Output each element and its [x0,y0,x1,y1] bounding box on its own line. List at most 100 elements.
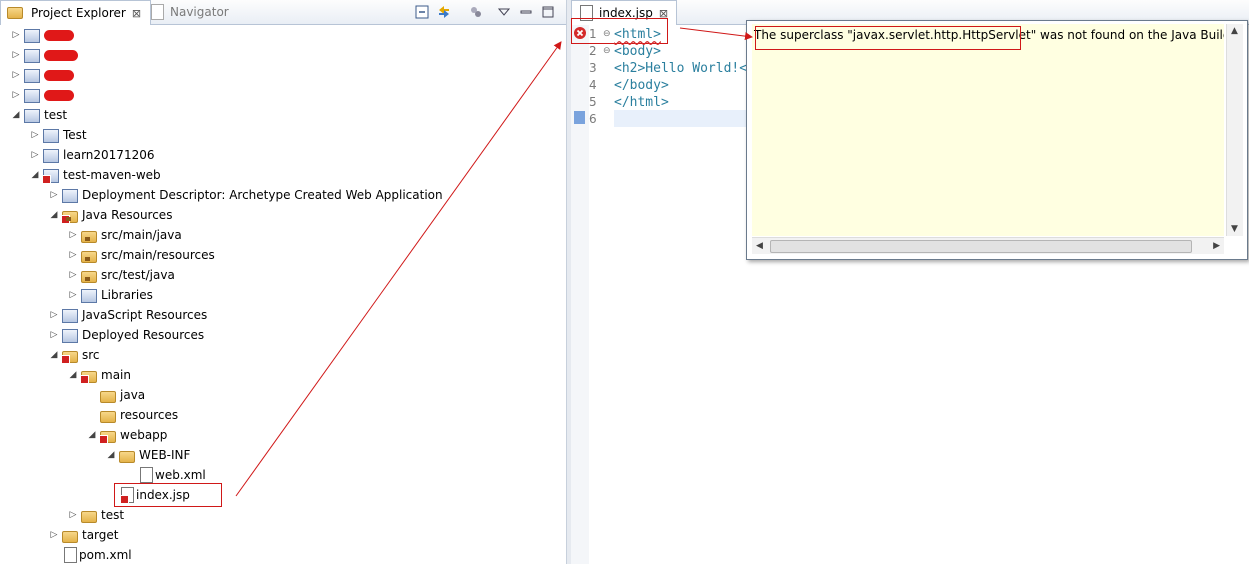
collapsed-arrow-icon[interactable]: ▷ [48,529,60,541]
tree-item[interactable]: ◢ Java Resources [48,205,172,225]
expanded-arrow-icon[interactable]: ◢ [48,209,60,221]
redacted-label [44,89,74,101]
tree-item[interactable]: resources [86,405,178,425]
tree-item-label: web.xml [155,468,206,482]
collapsed-arrow-icon[interactable]: ▷ [48,309,60,321]
collapsed-arrow-icon[interactable]: ▷ [67,289,79,301]
redacted-label [44,29,74,41]
collapsed-arrow-icon[interactable]: ▷ [10,89,22,101]
tab-label: Project Explorer [31,6,126,20]
folder-icon [81,511,97,523]
tree-item[interactable]: ▷ [10,65,74,85]
tree-item[interactable]: ▷ JavaScript Resources [48,305,207,325]
tree-item-label: WEB-INF [139,448,191,462]
popup-content: The superclass "javax.servlet.http.HttpS… [752,24,1224,236]
tab-project-explorer[interactable]: Project Explorer ⊠ [0,0,151,25]
tree-item[interactable]: ▷ test [67,505,124,525]
tab-navigator[interactable]: Navigator [143,0,235,24]
collapse-all-icon[interactable] [414,4,430,20]
collapsed-arrow-icon[interactable]: ▷ [10,29,22,41]
code-line: <h2>Hello World!< [614,61,748,76]
current-line-marker [574,111,585,124]
focus-icon[interactable] [468,4,484,20]
tree-item[interactable]: ▷ learn20171206 [29,145,154,165]
view-menu-icon[interactable] [496,4,512,20]
collapsed-arrow-icon[interactable]: ▷ [48,189,60,201]
tree-item[interactable]: ▷ [10,85,74,105]
expanded-arrow-icon[interactable]: ◢ [67,369,79,381]
expanded-arrow-icon[interactable]: ◢ [29,169,41,181]
expanded-arrow-icon[interactable]: ◢ [86,429,98,441]
tree-item-label: Libraries [101,288,153,302]
collapsed-arrow-icon[interactable]: ▷ [67,269,79,281]
expanded-arrow-icon[interactable]: ◢ [105,449,117,461]
tree-item[interactable]: web.xml [124,465,206,485]
tree-item-label: src/test/java [101,268,175,282]
collapsed-arrow-icon[interactable]: ▷ [10,49,22,61]
tree-item[interactable]: ▷ target [48,525,119,545]
close-icon[interactable]: ⊠ [132,7,141,20]
code-line: <html> [614,27,661,42]
tree-item-label: Java Resources [82,208,173,222]
tree-item[interactable]: ◢ test-maven-web [29,165,161,185]
tree-item[interactable]: ▷ src/main/resources [67,245,215,265]
scroll-up-icon[interactable]: ▲ [1231,26,1238,36]
libraries-icon [81,289,97,303]
line-number: 4 [589,78,597,92]
tree-item[interactable]: ▷ [10,45,78,65]
tab-label: Navigator [170,5,229,19]
tree-item[interactable]: ◢ WEB-INF [105,445,190,465]
no-toggle [48,549,60,561]
maven-project-icon [43,149,59,163]
tree-item-label: src/main/resources [101,248,215,262]
collapsed-arrow-icon[interactable]: ▷ [29,149,41,161]
scroll-left-icon[interactable]: ◀ [756,241,763,251]
tree-item[interactable]: ◢ main [67,365,131,385]
project-icon [24,89,40,103]
minimize-icon[interactable] [518,4,534,20]
link-with-editor-icon[interactable] [436,4,452,20]
deployed-resources-icon [62,329,78,343]
tree-item[interactable]: ▷ src/main/java [67,225,182,245]
tree-item[interactable]: ▷ Deployed Resources [48,325,204,345]
scroll-down-icon[interactable]: ▼ [1231,224,1238,234]
tree-item[interactable]: ▷ Deployment Descriptor: Archetype Create… [48,185,443,205]
popup-vertical-scrollbar[interactable]: ▲ ▼ [1226,24,1243,236]
tree-item-label: main [101,368,131,382]
highlight-box-superclass [755,26,1021,50]
code-line: <body> [614,44,661,59]
code-line: </html> [614,95,669,110]
expanded-arrow-icon[interactable]: ◢ [10,109,22,121]
tree-item[interactable]: ▷ Test [29,125,87,145]
tree-item[interactable]: ▷ src/test/java [67,265,175,285]
annotation-ruler [571,25,589,564]
tree-item[interactable]: ◢ test [10,105,67,125]
tree-item-label: learn20171206 [63,148,155,162]
maximize-icon[interactable] [540,4,556,20]
fold-toggle-icon[interactable]: ⊖ [603,46,611,56]
tree-item[interactable]: pom.xml [48,545,132,565]
collapsed-arrow-icon[interactable]: ▷ [67,509,79,521]
javascript-resources-icon [62,309,78,323]
tree-item[interactable]: ◢ src [48,345,100,365]
tree-item[interactable]: ▷ [10,25,74,45]
tree-item[interactable]: java [86,385,145,405]
tree-item[interactable]: ▷ Libraries [67,285,153,305]
expanded-arrow-icon[interactable]: ◢ [48,349,60,361]
fold-toggle-icon[interactable]: ⊖ [603,29,611,39]
highlight-box-index-jsp [114,483,222,507]
collapsed-arrow-icon[interactable]: ▷ [67,229,79,241]
line-number: 1 [589,27,597,41]
error-badge-icon [61,215,70,224]
tree-item-label: target [82,528,119,542]
error-badge-icon [80,375,89,384]
collapsed-arrow-icon[interactable]: ▷ [48,329,60,341]
collapsed-arrow-icon[interactable]: ▷ [10,69,22,81]
project-explorer-icon [7,7,23,19]
tree-item[interactable]: ◢ webapp [86,425,167,445]
scrollbar-thumb[interactable] [770,240,1192,253]
popup-horizontal-scrollbar[interactable]: ◀ ▶ [752,237,1224,254]
scroll-right-icon[interactable]: ▶ [1213,241,1220,251]
collapsed-arrow-icon[interactable]: ▷ [29,129,41,141]
collapsed-arrow-icon[interactable]: ▷ [67,249,79,261]
